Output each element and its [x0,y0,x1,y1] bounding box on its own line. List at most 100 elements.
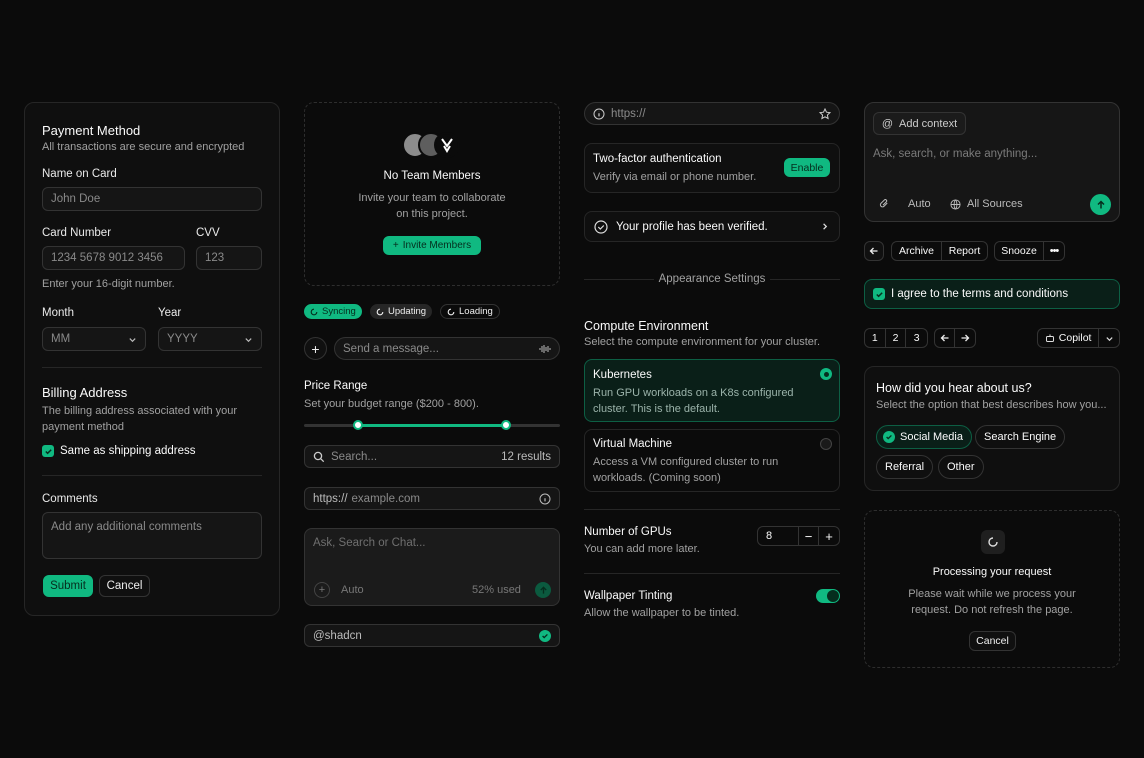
chat-input-box[interactable]: Ask, Search or Chat... + Auto 52% used [304,528,560,606]
pagination: 1 2 3 [864,328,928,348]
info-icon[interactable] [539,493,551,505]
name-label: Name on Card [42,168,117,180]
chevron-down-icon[interactable] [1099,329,1119,347]
option-other[interactable]: Other [938,455,984,479]
plus-icon: + [311,340,320,357]
option-search-engine[interactable]: Search Engine [975,425,1066,449]
name-on-card-input[interactable]: John Doe [42,187,262,211]
check-icon [42,445,54,457]
divider [584,573,840,574]
divider [770,279,840,280]
processing-cancel-button[interactable]: Cancel [969,631,1016,651]
chevron-down-icon [128,335,137,344]
audio-wave-icon[interactable] [539,343,551,355]
arrow-right-icon[interactable] [955,329,975,347]
submit-prompt-button[interactable] [1090,194,1111,215]
url-input[interactable]: https:// example.com [304,487,560,510]
slider-thumb-low[interactable] [352,420,363,430]
arrow-left-icon [869,246,879,256]
month-select[interactable]: MM [42,327,146,351]
spinner-icon [987,536,999,548]
snooze-button[interactable]: Snooze [995,242,1044,260]
arrow-up-icon [1096,199,1106,210]
plus-icon: + [392,240,399,251]
chevron-down-icon [244,335,253,344]
option-label: Social Media [900,431,963,443]
slider-thumb-high[interactable] [501,420,512,430]
username-input[interactable]: @shadcn [304,624,560,647]
minus-button[interactable]: − [799,527,819,545]
divider [42,475,262,476]
chat-mode[interactable]: Auto [341,584,364,596]
sources-selector[interactable]: All Sources [950,198,1023,210]
loading-label: Loading [459,306,493,317]
price-slider[interactable] [304,420,560,430]
add-button[interactable]: + [304,337,327,360]
terms-checkbox[interactable]: I agree to the terms and conditions [864,279,1120,309]
arrow-left-icon[interactable] [935,329,955,347]
submit-button[interactable]: Submit [43,575,93,597]
month-label: Month [42,307,74,319]
gpus-title: Number of GPUs [584,526,672,538]
year-select[interactable]: YYYY [158,327,262,351]
gpu-quantity-stepper[interactable]: 8 − + [757,526,840,546]
option-title: Virtual Machine [593,438,673,450]
globe-icon [950,198,961,210]
status-badge-loading: Loading [440,304,500,319]
avatar-group [402,132,462,158]
add-context-label: Add context [899,117,958,130]
page-1[interactable]: 1 [865,329,886,347]
report-button[interactable]: Report [942,242,987,260]
radio-option-kubernetes[interactable]: Kubernetes Run GPU workloads on a K8s co… [584,359,840,422]
search-results-count: 12 results [501,450,551,463]
prompt-mode[interactable]: Auto [908,198,931,210]
verified-banner[interactable]: Your profile has been verified. [584,211,840,242]
gpu-count[interactable]: 8 [758,527,799,545]
copilot-button[interactable]: Copilot [1038,329,1100,347]
prompt-input[interactable]: Ask, search, or make anything... [873,148,1037,160]
compute-title: Compute Environment [584,319,709,333]
same-shipping-checkbox[interactable]: Same as shipping address [42,445,196,457]
radio-option-virtual-machine[interactable]: Virtual Machine Access a VM configured c… [584,429,840,492]
star-icon[interactable] [819,107,831,120]
survey-card: How did you hear about us? Select the op… [864,366,1120,491]
wallpaper-toggle[interactable] [816,589,840,603]
archive-button[interactable]: Archive [892,242,942,260]
enable-button[interactable]: Enable [784,158,830,177]
option-referral[interactable]: Referral [876,455,934,479]
url-bar[interactable]: https:// [584,102,840,125]
cvv-input[interactable]: 123 [196,246,262,270]
spinner-icon [447,308,455,316]
option-social-media[interactable]: Social Media [876,425,972,449]
check-icon [873,288,885,300]
search-input[interactable]: Search... 12 results [304,445,560,468]
cancel-button[interactable]: Cancel [99,575,150,597]
price-title: Price Range [304,380,368,392]
message-input[interactable]: Send a message... [334,337,560,360]
verified-text: Your profile has been verified. [616,221,768,233]
back-button[interactable] [864,241,884,261]
page-3[interactable]: 3 [906,329,927,347]
two-factor-title: Two-factor authentication [593,153,722,165]
add-attachment-button[interactable]: + [314,582,330,598]
year-value: YYYY [167,333,198,345]
radio-unselected [820,438,832,450]
spinner-icon [376,308,384,316]
page-2[interactable]: 2 [886,329,907,347]
terms-label: I agree to the terms and conditions [891,288,1069,300]
add-context-button[interactable]: @ Add context [873,112,966,135]
wallpaper-title: Wallpaper Tinting [584,590,673,602]
option-desc: Access a VM configured cluster to run wo… [593,456,779,484]
same-shipping-label: Same as shipping address [60,445,196,457]
paperclip-icon[interactable] [879,198,890,209]
payment-subtitle: All transactions are secure and encrypte… [42,141,245,153]
send-button[interactable] [535,582,551,598]
toggle-thumb [827,590,839,602]
plus-button[interactable]: + [819,527,839,545]
compute-desc: Select the compute environment for your … [584,336,821,348]
more-icon[interactable]: ••• [1044,242,1064,260]
avatar [434,132,460,158]
comments-textarea[interactable]: Add any additional comments [42,512,262,559]
invite-members-button[interactable]: + Invite Members [383,236,481,255]
card-number-input[interactable]: 1234 5678 9012 3456 [42,246,185,270]
